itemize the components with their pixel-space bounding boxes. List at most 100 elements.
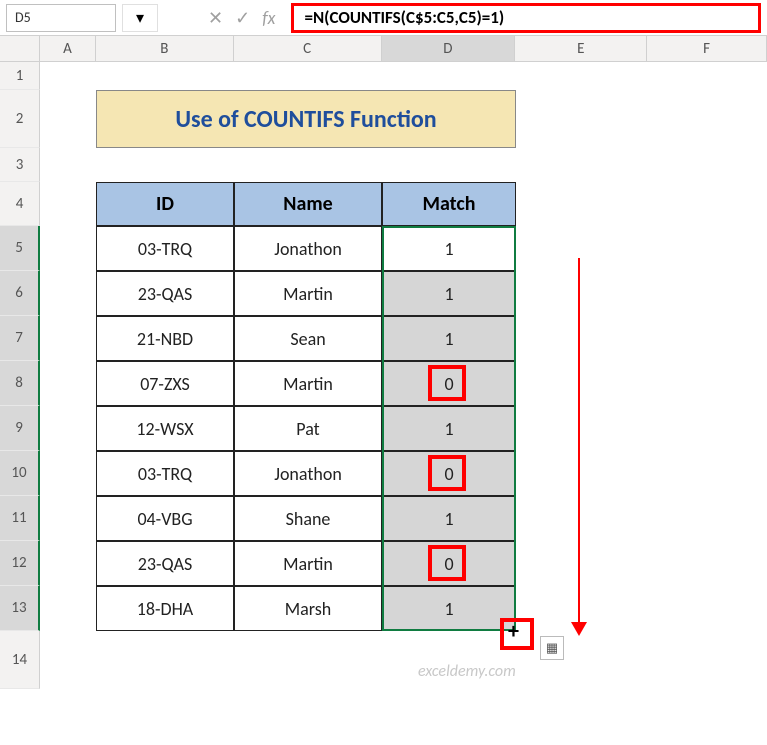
enter-icon[interactable]: ✓: [235, 7, 250, 29]
cell-value: Martin: [283, 373, 333, 395]
cell-value: Martin: [283, 283, 333, 305]
cell-match[interactable]: 0: [382, 361, 516, 406]
col-C[interactable]: C: [234, 36, 382, 61]
fill-handle-cursor[interactable]: +: [508, 617, 519, 644]
row-13[interactable]: 13: [0, 586, 40, 631]
cell-value: Jonathon: [274, 463, 342, 485]
grid: 1 2 3 4 5 6 7 8 9 10 11 12 13 14 Use of …: [0, 62, 767, 689]
cell-id[interactable]: 18-DHA: [96, 586, 234, 631]
cell-value: 18-DHA: [137, 598, 193, 620]
col-label: B: [160, 40, 168, 58]
row-label: 5: [15, 239, 23, 257]
cancel-icon[interactable]: ✕: [208, 7, 223, 29]
cell-match[interactable]: 1: [382, 271, 516, 316]
cell-id[interactable]: 12-WSX: [96, 406, 234, 451]
row-7[interactable]: 7: [0, 316, 40, 361]
col-label: A: [63, 40, 72, 58]
cell-value: 0: [444, 463, 453, 485]
cell-match[interactable]: 1: [382, 586, 516, 631]
annotation-arrow: [578, 258, 580, 624]
row-14[interactable]: 14: [0, 631, 40, 689]
cell-value: 21-NBD: [137, 328, 193, 350]
cell-value: 0: [444, 553, 453, 575]
cell-match[interactable]: 1: [382, 316, 516, 361]
cell-id[interactable]: 07-ZXS: [96, 361, 234, 406]
row-label: 2: [16, 110, 24, 128]
cell-name[interactable]: Marsh: [234, 586, 382, 631]
watermark: exceldemy.com: [418, 662, 516, 681]
fx-controls: ✕ ✓ fx: [208, 7, 275, 29]
cell-name[interactable]: Jonathon: [234, 451, 382, 496]
col-F[interactable]: F: [647, 36, 767, 61]
col-label: D: [443, 40, 452, 58]
cell-name[interactable]: Sean: [234, 316, 382, 361]
cell-id[interactable]: 04-VBG: [96, 496, 234, 541]
cell-match[interactable]: 0: [382, 541, 516, 586]
fx-icon[interactable]: fx: [262, 7, 275, 29]
row-label: 9: [15, 419, 23, 437]
cell-value: Shane: [286, 508, 331, 530]
row-label: 14: [12, 651, 27, 669]
autofill-options-button[interactable]: ▦: [540, 636, 564, 660]
cell-name[interactable]: Martin: [234, 541, 382, 586]
cell-value: Sean: [290, 328, 325, 350]
col-label: C: [303, 40, 311, 58]
column-headers: A B C D E F: [0, 36, 767, 62]
title-text: Use of COUNTIFS Function: [175, 105, 436, 134]
cell-value: Marsh: [285, 598, 331, 620]
row-8[interactable]: 8: [0, 361, 40, 406]
row-6[interactable]: 6: [0, 271, 40, 316]
row-label: 11: [11, 509, 26, 527]
th-label: Name: [283, 192, 332, 216]
col-B[interactable]: B: [96, 36, 234, 61]
formula-input[interactable]: =N(COUNTIFS(C$5:C5,C5)=1): [291, 3, 761, 33]
cell-value: 1: [444, 418, 453, 440]
row-12[interactable]: 12: [0, 541, 40, 586]
row-label: 6: [15, 284, 23, 302]
th-label: Match: [423, 192, 476, 216]
cell-value: Martin: [283, 553, 333, 575]
row-label: 13: [11, 599, 26, 617]
cell-name[interactable]: Shane: [234, 496, 382, 541]
cell-name[interactable]: Martin: [234, 361, 382, 406]
cell-value: 1: [444, 238, 453, 260]
cell-match[interactable]: 1: [382, 496, 516, 541]
cell-name[interactable]: Pat: [234, 406, 382, 451]
name-box-dropdown[interactable]: ▾: [122, 4, 158, 32]
row-5[interactable]: 5: [0, 226, 40, 271]
row-9[interactable]: 9: [0, 406, 40, 451]
row-4[interactable]: 4: [0, 182, 40, 226]
cell-value: 1: [444, 598, 453, 620]
select-all-corner[interactable]: [0, 36, 40, 61]
col-E[interactable]: E: [515, 36, 647, 61]
chevron-down-icon: ▾: [136, 8, 144, 28]
row-11[interactable]: 11: [0, 496, 40, 541]
cell-value: 1: [444, 328, 453, 350]
row-2[interactable]: 2: [0, 90, 40, 148]
col-A[interactable]: A: [40, 36, 96, 61]
th-label: ID: [156, 192, 174, 216]
cell-id[interactable]: 21-NBD: [96, 316, 234, 361]
row-3[interactable]: 3: [0, 148, 40, 182]
cell-name[interactable]: Martin: [234, 271, 382, 316]
col-label: F: [703, 40, 710, 58]
row-headers: 1 2 3 4 5 6 7 8 9 10 11 12 13 14: [0, 62, 40, 689]
cell-match[interactable]: 0: [382, 451, 516, 496]
cell-value: Jonathon: [274, 238, 342, 260]
cell-id[interactable]: 03-TRQ: [96, 451, 234, 496]
row-1[interactable]: 1: [0, 62, 40, 90]
cell-match[interactable]: 1: [382, 406, 516, 451]
name-box[interactable]: D5: [6, 4, 116, 32]
cell-name[interactable]: Jonathon: [234, 226, 382, 271]
cell-id[interactable]: 03-TRQ: [96, 226, 234, 271]
th-name: Name: [234, 182, 382, 226]
cell-id[interactable]: 23-QAS: [96, 271, 234, 316]
th-match: Match: [382, 182, 516, 226]
watermark-text: exceldemy.com: [418, 662, 516, 681]
cell-match[interactable]: 1: [382, 226, 516, 271]
row-10[interactable]: 10: [0, 451, 40, 496]
formula-bar: D5 ▾ ✕ ✓ fx =N(COUNTIFS(C$5:C5,C5)=1): [0, 0, 767, 36]
cell-id[interactable]: 23-QAS: [96, 541, 234, 586]
col-D[interactable]: D: [382, 36, 516, 61]
cell-value: 0: [444, 373, 453, 395]
